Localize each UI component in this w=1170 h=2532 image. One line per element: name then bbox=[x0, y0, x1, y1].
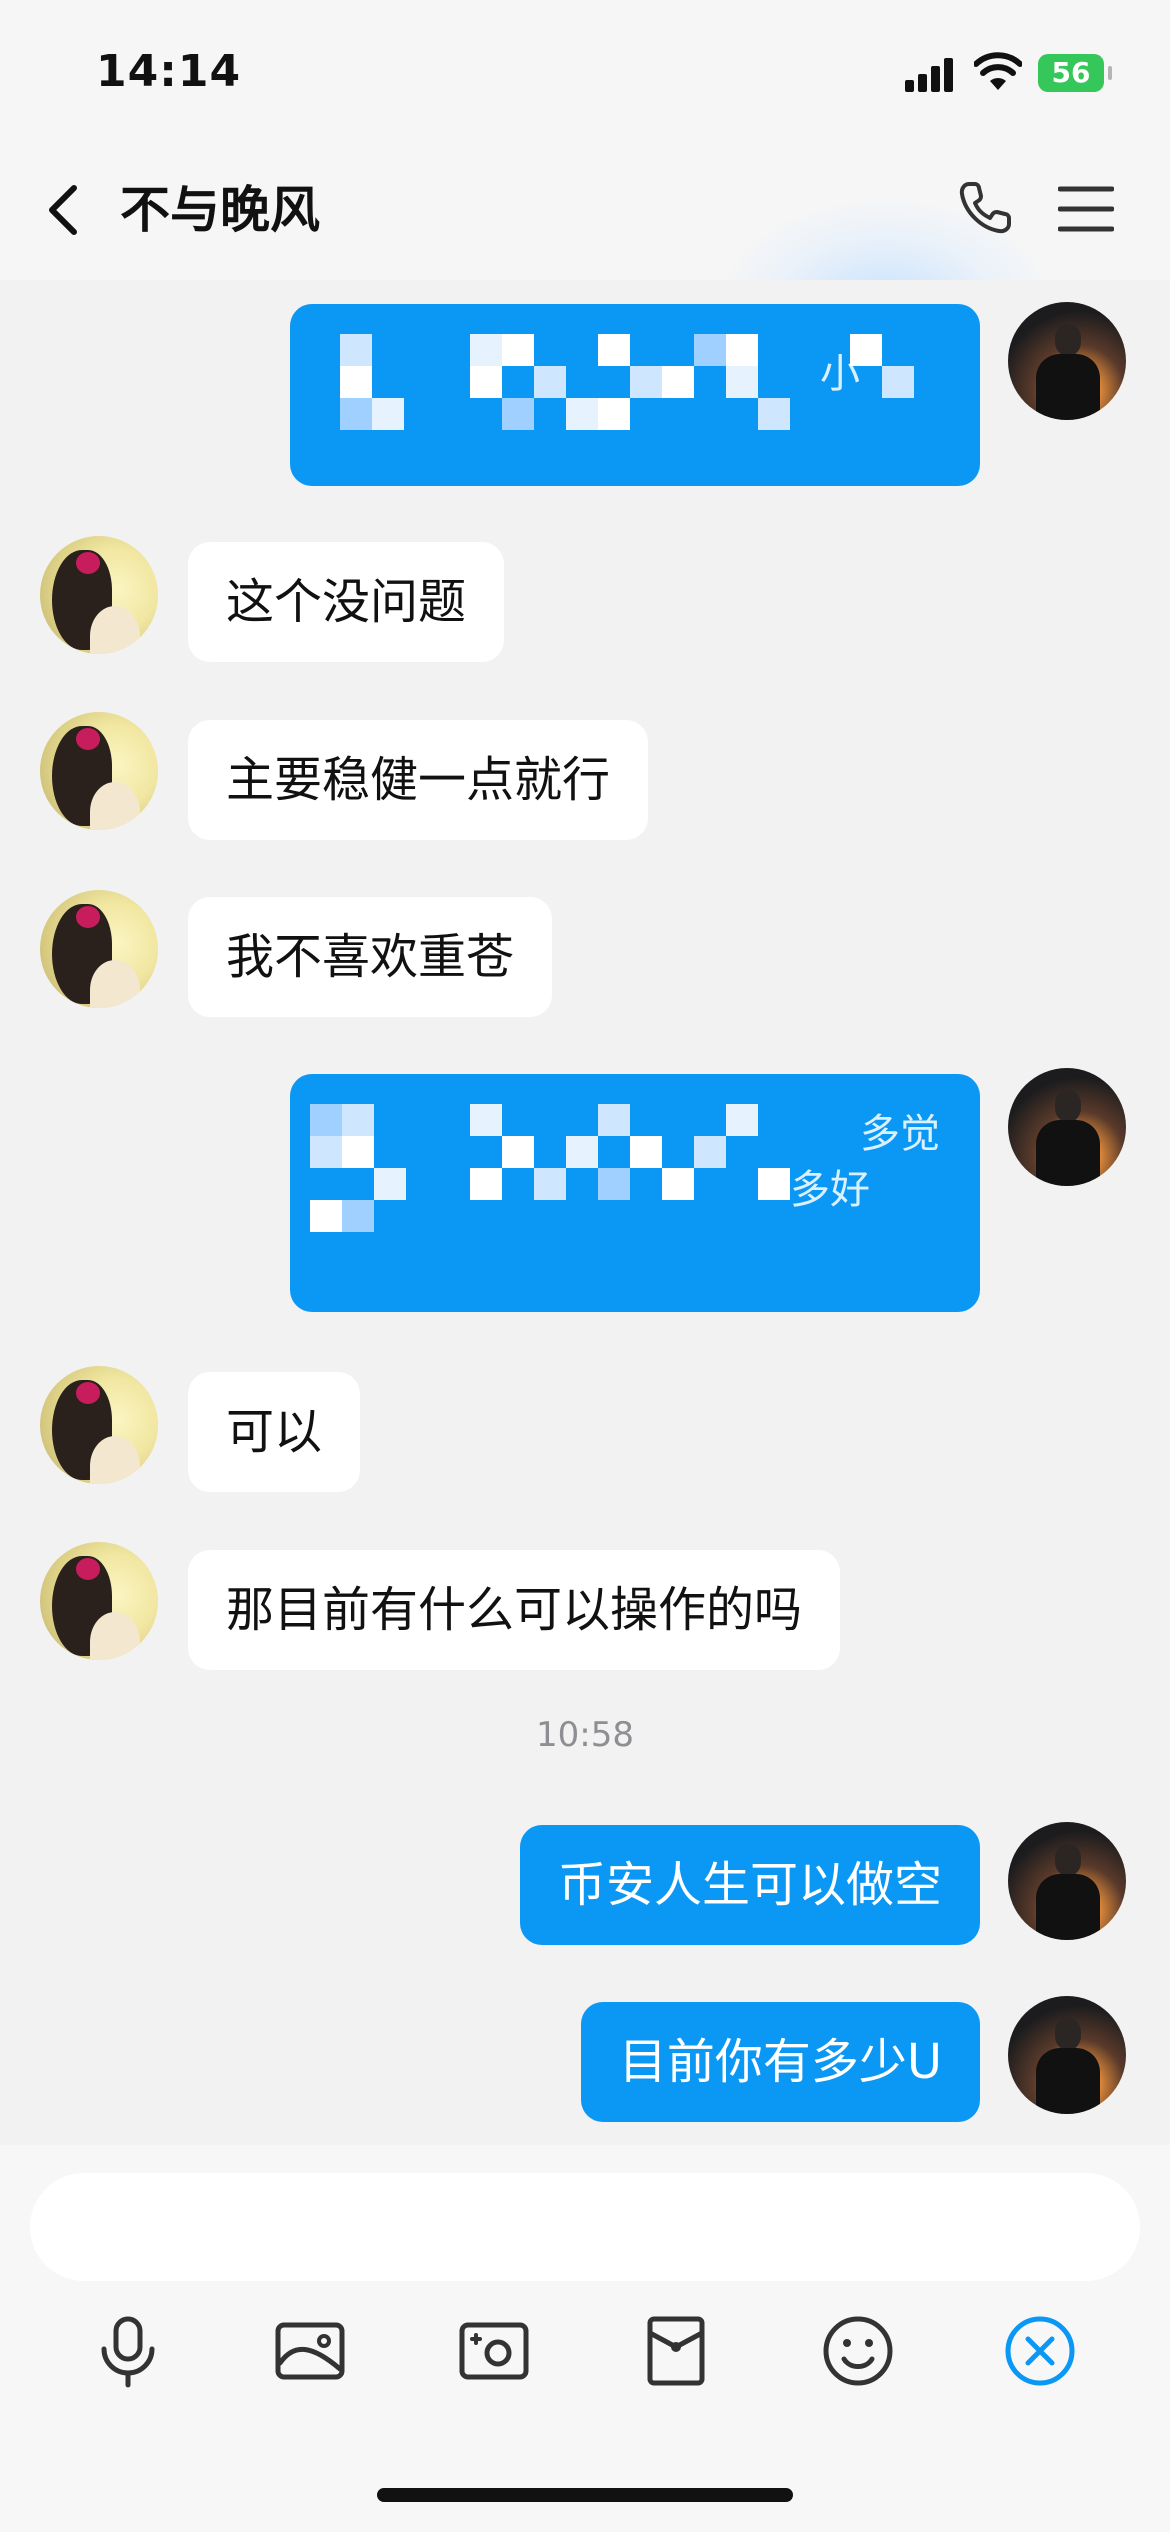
emoji-icon[interactable] bbox=[820, 2313, 896, 2389]
phone-icon[interactable] bbox=[955, 178, 1015, 238]
image-icon[interactable] bbox=[272, 2313, 348, 2389]
avatar-self[interactable] bbox=[1008, 302, 1126, 420]
message-bubble-incoming[interactable]: 那目前有什么可以操作的吗 bbox=[188, 1550, 841, 1670]
red-packet-icon[interactable] bbox=[638, 2313, 714, 2389]
redacted-fragment: 多觉 bbox=[860, 1111, 940, 1157]
input-area bbox=[0, 2145, 1170, 2532]
redacted-fragment: 小 bbox=[820, 351, 860, 397]
redacted-fragment: 多好 bbox=[790, 1167, 870, 1213]
message-bubble-outgoing-redacted[interactable]: 小 bbox=[290, 304, 980, 486]
avatar-self[interactable] bbox=[1008, 1996, 1126, 2114]
menu-icon[interactable] bbox=[1058, 184, 1114, 234]
message-input[interactable] bbox=[30, 2173, 1140, 2281]
chat-header: 不与晚风 bbox=[0, 140, 1170, 420]
message-bubble-incoming[interactable]: 我不喜欢重苍 bbox=[188, 897, 553, 1017]
redaction-mosaic bbox=[340, 334, 914, 430]
message-bubble-incoming[interactable]: 可以 bbox=[188, 1372, 361, 1492]
message-timestamp: 10:58 bbox=[536, 1715, 634, 1755]
battery-indicator: 56 bbox=[1038, 54, 1112, 92]
message-bubble-incoming[interactable]: 主要稳健一点就行 bbox=[188, 720, 649, 840]
avatar-self[interactable] bbox=[1008, 1068, 1126, 1186]
contact-name: 不与晚风 bbox=[120, 181, 320, 239]
avatar-contact[interactable] bbox=[40, 890, 158, 1008]
back-icon[interactable] bbox=[40, 180, 90, 240]
message-bubble-incoming[interactable]: 这个没问题 bbox=[188, 542, 505, 662]
microphone-icon[interactable] bbox=[90, 2313, 166, 2389]
close-icon[interactable] bbox=[1002, 2313, 1078, 2389]
camera-icon[interactable] bbox=[456, 2313, 532, 2389]
message-bubble-outgoing[interactable]: 目前你有多少U bbox=[580, 2002, 980, 2122]
status-time: 14:14 bbox=[96, 46, 242, 97]
wifi-icon bbox=[974, 52, 1022, 90]
message-list[interactable]: 小 这个没问题 主要稳健一点就行 我不喜欢重苍 多觉 多好 可以 那目前有什么可… bbox=[0, 280, 1170, 2145]
message-bubble-outgoing-redacted[interactable]: 多觉 多好 bbox=[290, 1074, 980, 1312]
home-indicator[interactable] bbox=[377, 2488, 793, 2502]
avatar-self[interactable] bbox=[1008, 1822, 1126, 1940]
status-bar: 14:14 56 bbox=[0, 0, 1170, 140]
message-bubble-outgoing[interactable]: 币安人生可以做空 bbox=[519, 1825, 980, 1945]
avatar-contact[interactable] bbox=[40, 536, 158, 654]
avatar-contact[interactable] bbox=[40, 712, 158, 830]
cellular-signal-icon bbox=[905, 58, 953, 92]
avatar-contact[interactable] bbox=[40, 1542, 158, 1660]
avatar-contact[interactable] bbox=[40, 1366, 158, 1484]
